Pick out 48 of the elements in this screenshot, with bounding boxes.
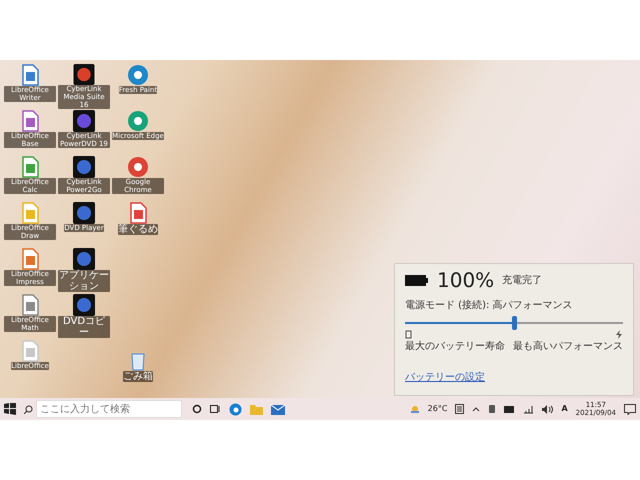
document-icon	[129, 202, 147, 224]
icon-label[interactable]: 筆ぐるめ	[118, 224, 158, 235]
power-mode-label: 電源モード (接続): 高パフォーマンス	[405, 298, 574, 313]
document-icon	[21, 340, 39, 362]
mail-icon[interactable]	[271, 404, 285, 414]
temperature-text[interactable]: 26°C	[428, 403, 448, 415]
news-icon[interactable]	[455, 404, 464, 414]
cortana-circle-icon[interactable]	[192, 404, 202, 414]
battery-settings-link[interactable]: バッテリーの設定	[405, 370, 485, 385]
document-icon	[21, 294, 39, 316]
chevron-up-icon[interactable]	[472, 406, 480, 412]
battery-percent: 100%	[437, 270, 494, 290]
notification-icon[interactable]	[624, 404, 636, 414]
search-field[interactable]: ここに入力して検索	[36, 400, 182, 418]
circle-logo-icon	[127, 64, 149, 86]
circle-logo-icon	[127, 156, 149, 178]
app-icon	[73, 110, 95, 132]
app-icon	[73, 248, 95, 270]
document-icon	[21, 110, 39, 132]
slider-max-label: 最も高いパフォーマンス	[513, 340, 623, 354]
edge-browser-icon[interactable]	[229, 402, 242, 416]
input-method-indicator[interactable]: A	[561, 403, 568, 415]
document-icon	[21, 64, 39, 86]
slider-min-label: 最大のバッテリー寿命	[405, 340, 505, 354]
lightning-icon	[615, 330, 623, 339]
battery-icon[interactable]	[504, 406, 516, 412]
icon-label[interactable]: ごみ箱	[123, 371, 153, 382]
windows-start-icon[interactable]	[4, 403, 16, 415]
app-icon	[73, 294, 95, 316]
document-icon	[21, 202, 39, 224]
circle-logo-icon	[127, 110, 149, 132]
search-icon	[24, 404, 33, 414]
icon-label[interactable]: DVDコピー	[58, 316, 110, 338]
app-icon	[73, 202, 95, 224]
network-icon[interactable]	[523, 404, 534, 414]
charge-status: 充電完了	[502, 274, 542, 288]
recycle-bin-icon	[130, 351, 146, 371]
volume-icon[interactable]	[542, 404, 554, 414]
battery-icon	[405, 274, 429, 286]
app-icon	[73, 156, 95, 178]
weather-icon[interactable]	[410, 404, 420, 414]
document-icon	[21, 156, 39, 178]
task-view-icon[interactable]	[210, 404, 221, 414]
icon-label[interactable]: アプリケーション	[58, 270, 110, 292]
document-icon	[21, 248, 39, 270]
device-icon[interactable]	[488, 404, 496, 414]
slider-thumb[interactable]	[512, 316, 517, 330]
app-icon	[73, 64, 95, 85]
